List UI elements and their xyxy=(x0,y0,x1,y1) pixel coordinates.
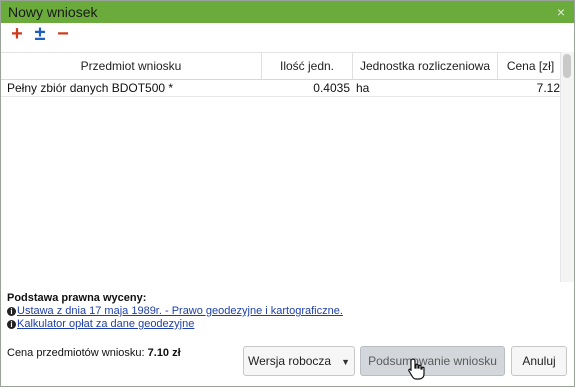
toggle-row-button[interactable]: ± xyxy=(29,23,51,45)
dialog-titlebar[interactable]: Nowy wniosek × xyxy=(1,1,574,23)
add-row-button[interactable]: + xyxy=(6,23,28,45)
new-request-dialog: Nowy wniosek × + ± − Przedmiot wniosku I… xyxy=(0,0,575,387)
table-row[interactable]: Pełny zbiór danych BDOT500 * 0.4035 ha 7… xyxy=(1,80,563,97)
cancel-button[interactable]: Anuluj xyxy=(511,346,567,376)
grid-header: Przedmiot wniosku Ilość jedn. Jednostka … xyxy=(1,53,563,80)
legal-link-row: i Ustawa z dnia 17 maja 1989r. - Prawo ge… xyxy=(7,305,343,318)
legal-link-row: i Kalkulator opłat za dane geodezyjne xyxy=(7,318,343,331)
toolbar: + ± − xyxy=(1,23,574,45)
law-act-link[interactable]: Ustawa z dnia 17 maja 1989r. - Prawo geo… xyxy=(17,305,343,317)
vertical-scrollbar[interactable] xyxy=(560,52,574,282)
column-header-item[interactable]: Przedmiot wniosku xyxy=(1,53,262,79)
dialog-title: Nowy wniosek xyxy=(8,4,98,20)
summary-button[interactable]: Podsumowanie wniosku xyxy=(360,346,505,376)
total-price: Cena przedmiotów wniosku: 7.10 zł xyxy=(7,347,181,359)
chevron-down-icon: ▼ xyxy=(341,357,351,367)
column-header-price[interactable]: Cena [zł] xyxy=(498,53,563,79)
close-icon[interactable]: × xyxy=(557,4,565,20)
fee-calculator-link[interactable]: Kalkulator opłat za dane geodezyjne xyxy=(17,318,194,330)
remove-row-button[interactable]: − xyxy=(52,23,74,45)
info-icon: i xyxy=(7,319,16,329)
info-icon: i xyxy=(7,306,16,316)
draft-version-button[interactable]: Wersja robocza ▼ xyxy=(243,346,355,376)
cell-price: 7.12 xyxy=(536,81,560,95)
legal-basis-heading: Podstawa prawna wyceny: xyxy=(7,292,147,304)
scrollbar-thumb[interactable] xyxy=(563,54,571,78)
total-price-label: Cena przedmiotów wniosku: xyxy=(7,347,145,359)
column-header-quantity[interactable]: Ilość jedn. xyxy=(262,53,353,79)
cell-item: Pełny zbiór danych BDOT500 * xyxy=(7,81,174,95)
legal-basis-section: Podstawa prawna wyceny: i Ustawa z dnia 1… xyxy=(7,292,343,331)
hand-cursor-icon xyxy=(408,358,425,380)
cell-unit: ha xyxy=(356,81,370,95)
cell-quantity: 0.4035 xyxy=(313,81,350,95)
column-header-unit[interactable]: Jednostka rozliczeniowa xyxy=(353,53,498,79)
draft-version-label: Wersja robocza xyxy=(247,354,332,368)
items-grid: Przedmiot wniosku Ilość jedn. Jednostka … xyxy=(1,52,563,283)
total-price-value: 7.10 zł xyxy=(147,347,181,359)
